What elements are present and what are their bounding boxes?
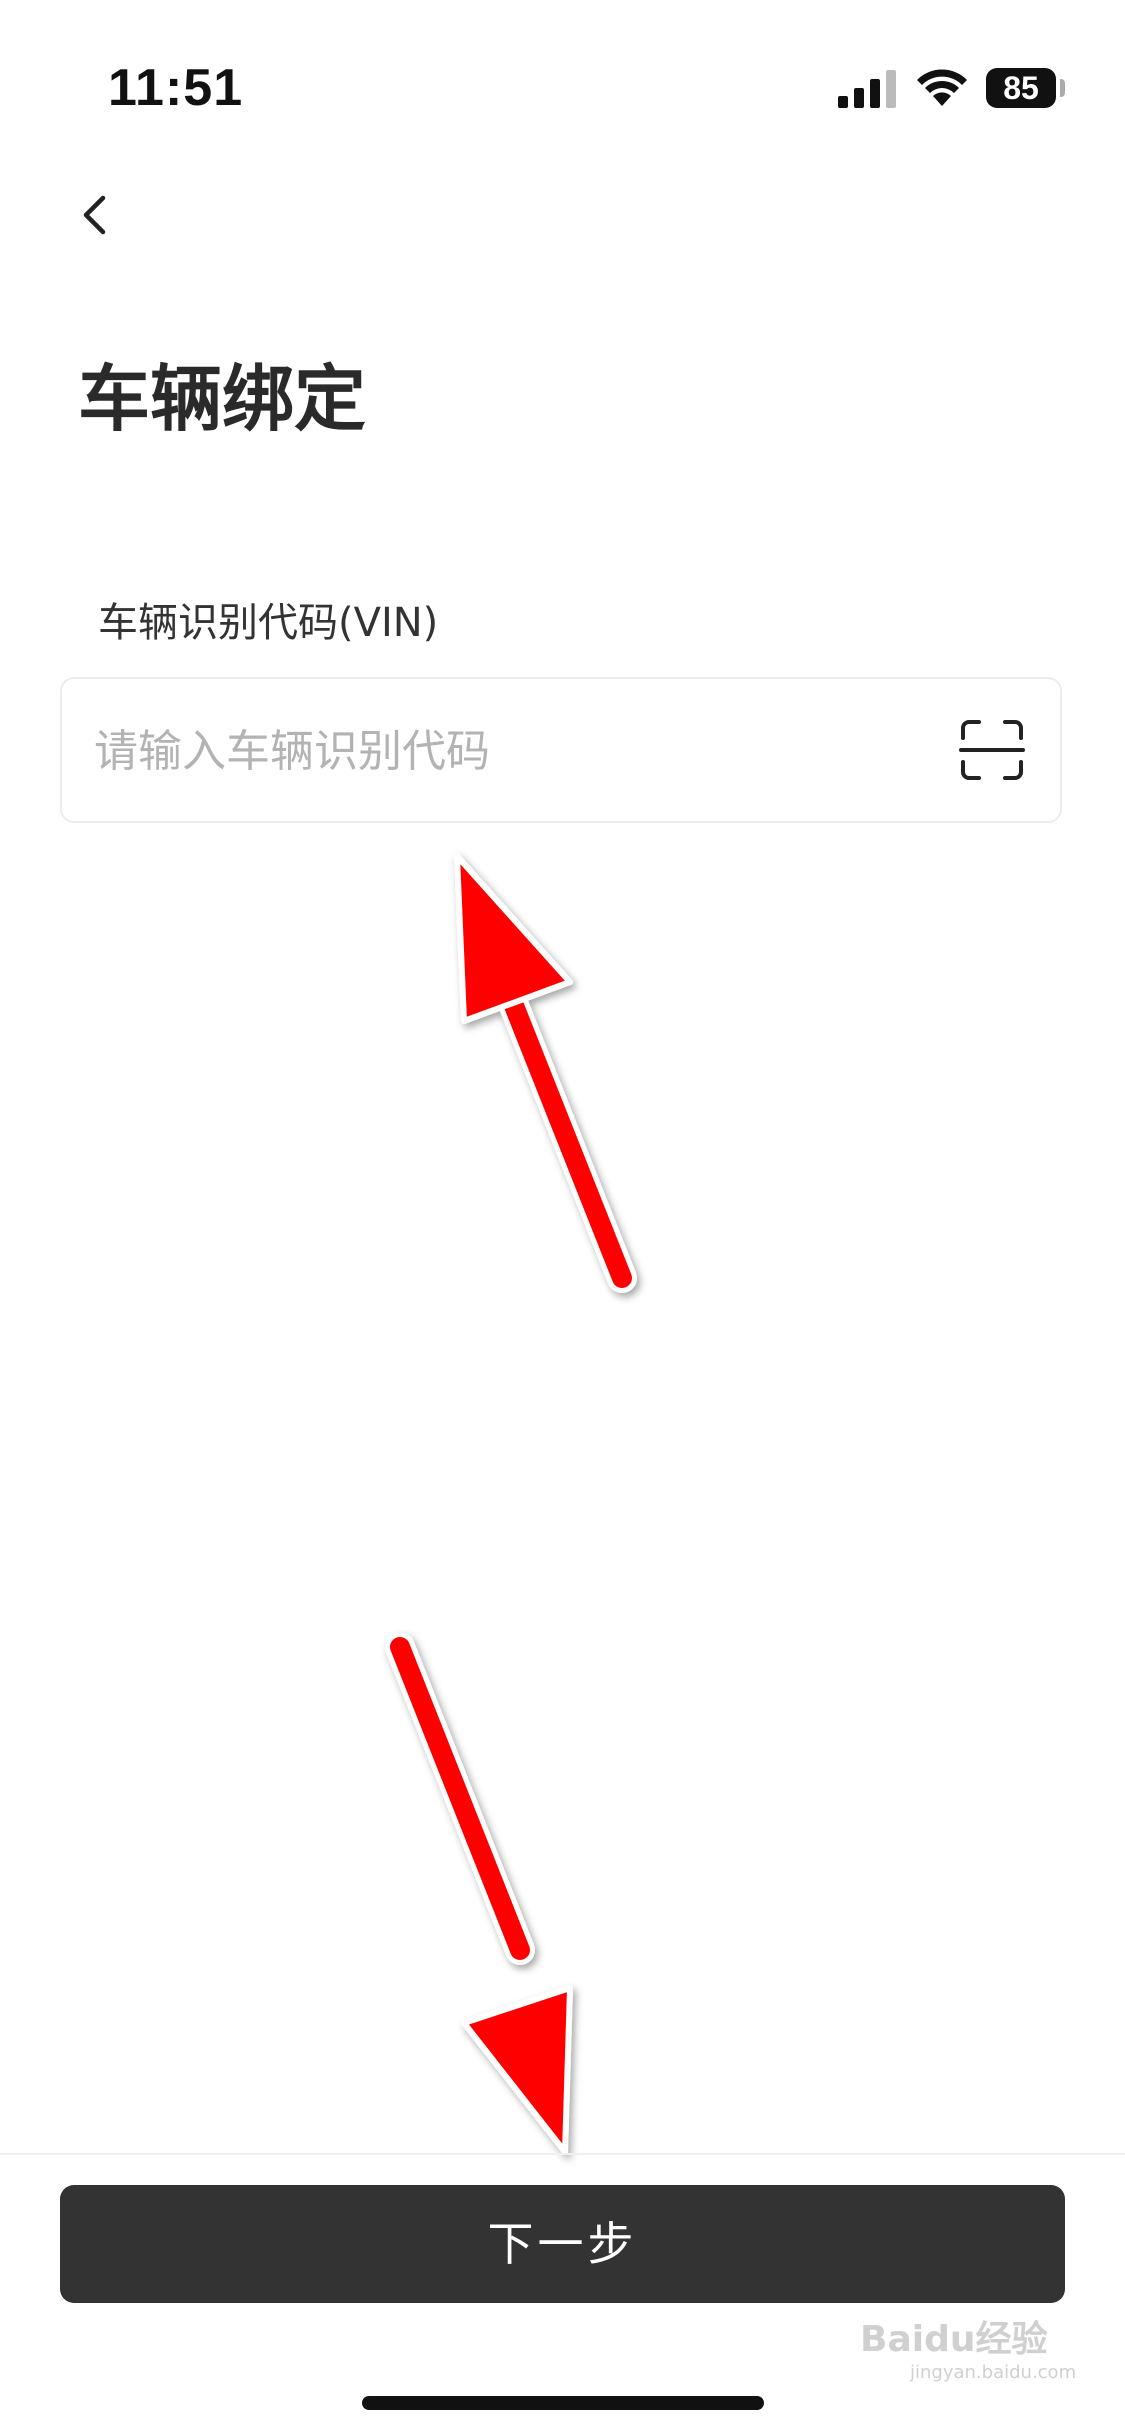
signal-icon — [838, 70, 896, 108]
battery-icon: 85 — [986, 68, 1056, 108]
page-title: 车辆绑定 — [78, 357, 367, 441]
vin-input[interactable] — [92, 679, 976, 823]
wifi-icon — [917, 69, 967, 106]
arrow-up-annotation — [454, 853, 637, 1293]
status-bar: 11:51 85 — [0, 0, 1125, 150]
chevron-left-icon — [83, 195, 106, 235]
vin-field — [60, 677, 1062, 823]
vin-field-label: 车辆识别代码(VIN) — [98, 600, 439, 646]
arrow-down-annotation — [385, 1632, 573, 2155]
bottom-divider — [0, 2153, 1125, 2155]
scan-button[interactable] — [957, 716, 1027, 784]
status-time: 11:51 — [108, 59, 244, 117]
baidu-watermark: Baidu经验 — [860, 2319, 1048, 2360]
home-indicator — [362, 2396, 764, 2410]
battery-cap — [1060, 79, 1065, 97]
scan-icon — [959, 720, 1025, 780]
back-button[interactable] — [66, 180, 126, 250]
baidu-watermark-url: jingyan.baidu.com — [910, 2362, 1077, 2383]
next-button[interactable]: 下一步 — [60, 2185, 1065, 2303]
